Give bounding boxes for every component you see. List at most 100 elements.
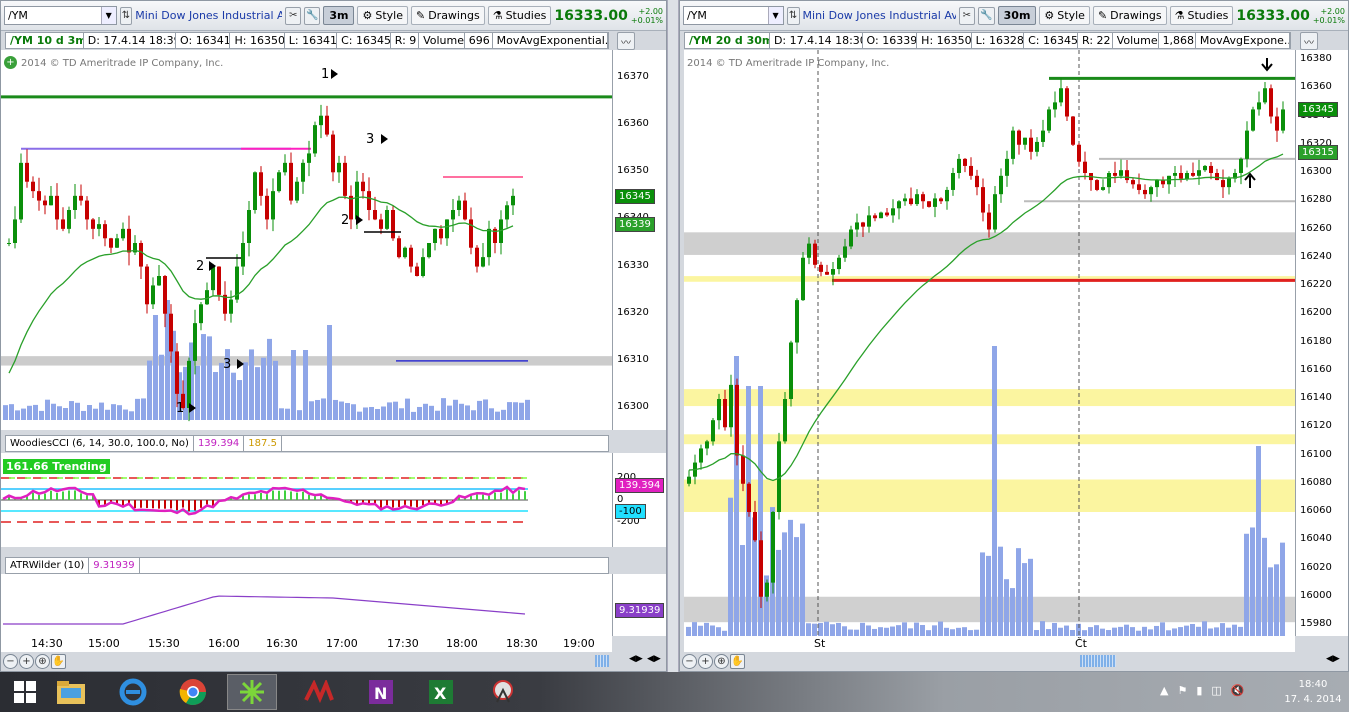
volume-bar <box>285 408 290 420</box>
atr-line <box>3 595 526 625</box>
volume-bar <box>992 346 997 636</box>
volume-bar <box>333 399 338 420</box>
symbol-field[interactable]: /YM ▼ <box>683 6 784 25</box>
taskbar-snipping[interactable] <box>478 674 528 710</box>
candle-body <box>277 172 281 192</box>
volume-bar <box>279 408 284 420</box>
chart-settings-icon[interactable]: 〰 <box>1300 32 1318 50</box>
candle-body <box>373 210 377 220</box>
volume-bar <box>141 398 146 420</box>
tools-icon[interactable]: ✂ <box>958 6 976 25</box>
taskbar-ie[interactable] <box>108 674 158 710</box>
taskbar-explorer[interactable] <box>46 674 96 710</box>
atr-chart[interactable] <box>1 574 612 636</box>
symbol-link-icon[interactable]: ⇅ <box>786 6 800 25</box>
time-tick-label: 15:00 <box>88 637 120 650</box>
price-chart[interactable] <box>684 50 1295 636</box>
zoom-out-icon[interactable]: − <box>3 653 18 669</box>
candle-body <box>921 194 925 202</box>
price-chart[interactable]: 1 3 2 2 3 1 <box>1 50 612 430</box>
candle-body <box>463 200 467 220</box>
volume-bar <box>309 401 314 420</box>
studies-icon: ⚗ <box>492 9 503 22</box>
zoom-in-icon[interactable]: + <box>698 653 713 669</box>
info-field: C: 16345 <box>1024 33 1079 48</box>
hand-icon[interactable]: ✋ <box>51 653 66 669</box>
drawings-button[interactable]: ✎ Drawings <box>1092 6 1167 25</box>
start-button[interactable] <box>0 674 50 710</box>
expand-icon[interactable]: ◀▶ <box>1326 654 1340 664</box>
expand-icon[interactable]: ◀▶ <box>647 654 661 664</box>
studies-button[interactable]: ⚗ Studies <box>1169 6 1234 25</box>
candle-body <box>1239 158 1243 173</box>
aggregation-button[interactable]: 30m <box>997 6 1037 25</box>
taskbar-chrome[interactable] <box>168 674 218 710</box>
volume-bar <box>3 405 8 420</box>
wrench-icon[interactable]: 🔧 <box>978 6 995 25</box>
taskbar-app-red[interactable] <box>294 674 344 710</box>
volume-bar <box>303 350 308 420</box>
info-field: O: 16341 <box>176 33 231 48</box>
battery-icon[interactable]: ▮ <box>1196 684 1202 697</box>
drawings-button[interactable]: ✎ Drawings <box>410 6 485 25</box>
flag-icon[interactable]: ⚑ <box>1177 684 1187 697</box>
volume-bar <box>9 404 14 420</box>
volume-bar <box>842 626 847 636</box>
candle-body <box>163 276 167 314</box>
style-button[interactable]: ⚙ Style <box>357 6 408 25</box>
chevron-down-icon[interactable]: ▼ <box>100 7 116 24</box>
tools-icon[interactable]: ✂ <box>285 6 302 25</box>
candle-body <box>91 219 95 229</box>
volume-bar <box>369 406 374 420</box>
volume-bar <box>195 365 200 420</box>
aggregation-button[interactable]: 3m <box>323 6 355 25</box>
scrollbar-thumb[interactable] <box>595 655 609 667</box>
zoom-in-icon[interactable]: + <box>19 653 34 669</box>
clock[interactable]: 18:40 17. 4. 2014 <box>1282 677 1344 707</box>
candle-body <box>193 323 197 361</box>
candle-body <box>43 200 47 206</box>
volume-bar <box>237 380 242 420</box>
symbol-field[interactable]: /YM ▼ <box>4 6 117 25</box>
volume-bar <box>1064 625 1069 636</box>
candle-body <box>885 212 889 216</box>
volume-bar <box>1130 627 1135 636</box>
volume-icon[interactable]: 🔇 <box>1231 684 1245 697</box>
volume-bar <box>920 624 925 636</box>
instrument-description: Mini Dow Jones Industrial Avera... <box>802 9 956 22</box>
volume-bar <box>393 401 398 420</box>
studies-button[interactable]: ⚗ Studies <box>487 6 552 25</box>
candle-body <box>49 195 53 206</box>
price-tick-label: 16060 <box>1300 505 1332 516</box>
taskbar-onenote[interactable]: N <box>356 674 406 710</box>
zoom-area-icon[interactable]: ⊕ <box>35 653 50 669</box>
zoom-area-icon[interactable]: ⊕ <box>714 653 729 669</box>
pane-divider[interactable] <box>667 0 679 672</box>
info-field: MovAvgExponential... <box>493 33 608 48</box>
taskbar-thinkorswim[interactable] <box>227 674 277 710</box>
volume-bar <box>1160 622 1165 636</box>
wrench-icon[interactable]: 🔧 <box>304 6 321 25</box>
scrollbar-thumb[interactable] <box>1080 655 1116 667</box>
annotation-label: 3 <box>223 357 231 372</box>
chart-settings-icon[interactable]: 〰 <box>617 32 635 50</box>
cci-trending-badge: 161.66 Trending <box>3 459 110 474</box>
price-tick-label: 16330 <box>617 259 649 271</box>
zoom-out-icon[interactable]: − <box>682 653 697 669</box>
hand-icon[interactable]: ✋ <box>730 653 745 669</box>
navigation-bar: − + ⊕ ✋ <box>682 652 745 670</box>
tray-up-arrow-icon[interactable]: ▲ <box>1160 684 1168 697</box>
time-tick-label: 18:00 <box>446 637 478 650</box>
network-icon[interactable]: ◫ <box>1211 684 1221 697</box>
chevron-down-icon[interactable]: ▼ <box>767 7 783 24</box>
taskbar-excel[interactable]: X <box>416 674 466 710</box>
candle-body <box>1191 173 1195 176</box>
green-plus-icon[interactable]: + <box>4 56 17 69</box>
scroll-left-icon[interactable]: ◀▶ <box>629 654 643 664</box>
volume-bar <box>69 401 74 420</box>
symbol-link-icon[interactable]: ⇅ <box>119 6 133 25</box>
volume-bar <box>872 628 877 636</box>
cci-neg-tag: -100 <box>615 504 646 519</box>
red-wave-icon <box>304 680 334 704</box>
style-button[interactable]: ⚙ Style <box>1039 6 1090 25</box>
